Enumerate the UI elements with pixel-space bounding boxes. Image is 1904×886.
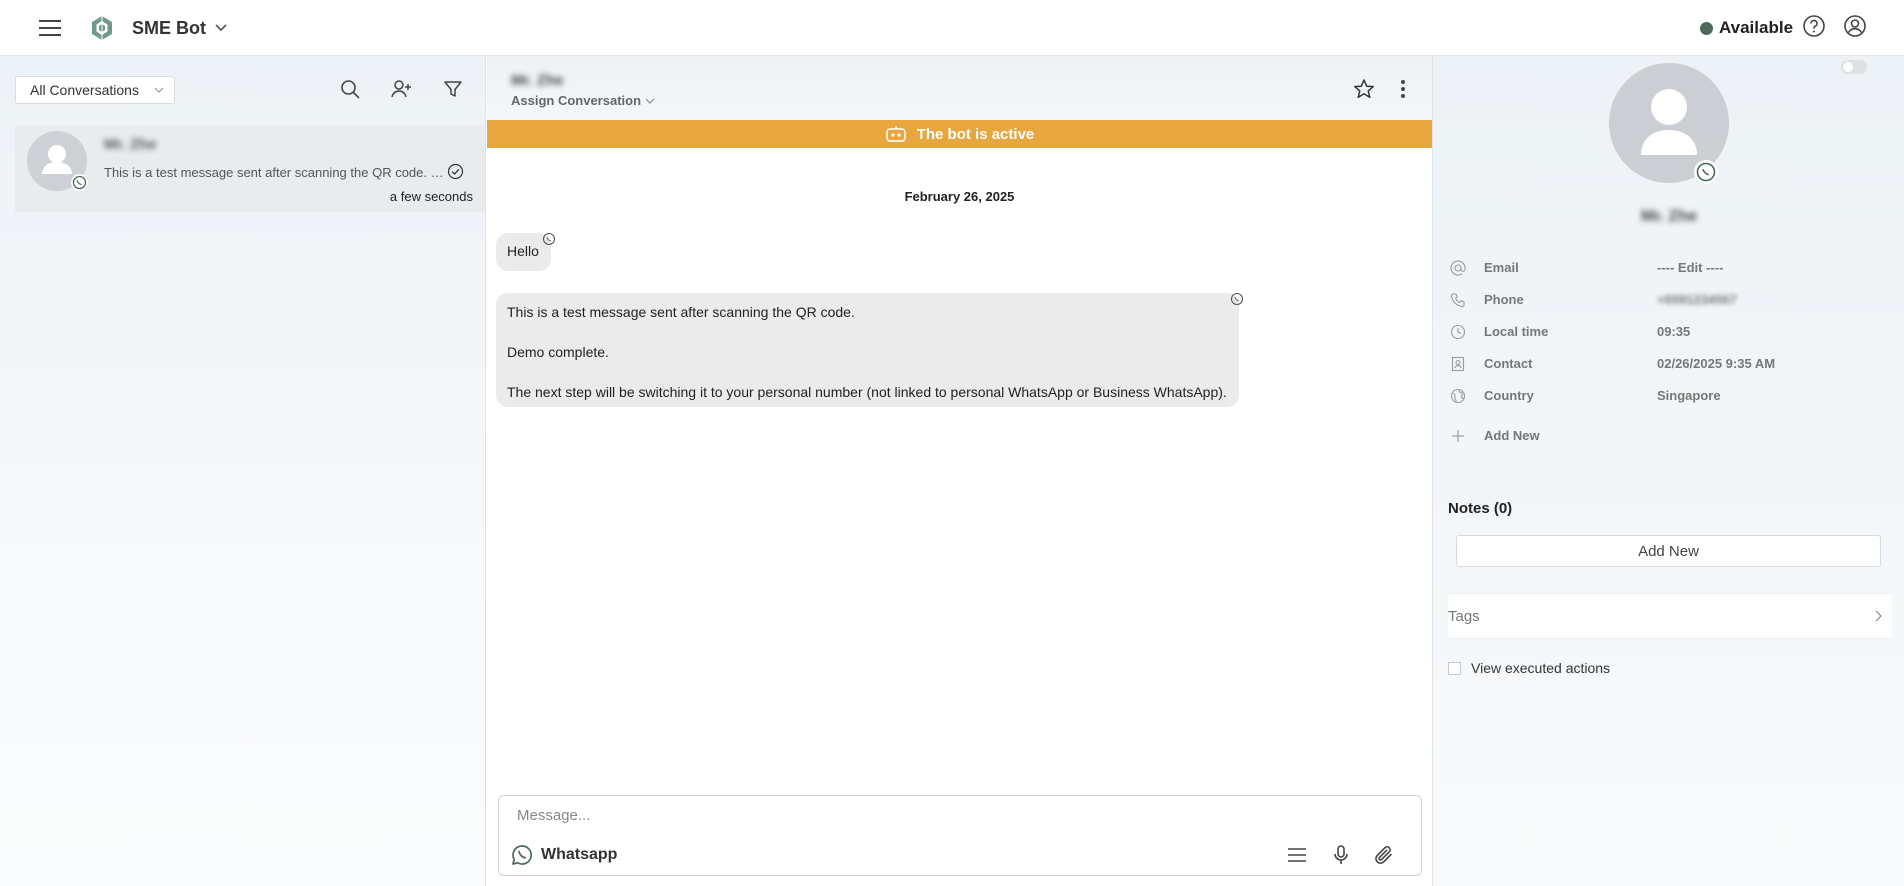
conversation-contact-name: Mr. Zhe [104,136,157,153]
user-profile-icon[interactable] [1843,14,1867,38]
tags-section[interactable]: Tags [1448,593,1892,639]
bot-banner-text: The bot is active [916,125,1035,143]
clock-icon [1450,324,1466,340]
channel-label: Whatsapp [541,846,618,863]
message-composer: Whatsapp [498,795,1422,876]
top-bar: SME Bot Available [0,0,1904,56]
check-circle-icon[interactable] [447,163,464,180]
star-icon[interactable] [1353,78,1375,100]
channel-selector[interactable]: Whatsapp [511,844,617,866]
more-options-icon[interactable] [1400,78,1406,100]
add-new-field-button[interactable]: Add New [1450,426,1890,446]
robot-icon [885,126,906,142]
contact-label: Contact [1484,356,1533,371]
panel-toggle[interactable] [1841,60,1867,74]
checkbox[interactable] [1448,661,1461,675]
view-executed-actions-label: View executed actions [1471,660,1611,676]
plus-icon [1452,430,1464,442]
email-row: Email ---- Edit ---- [1450,258,1890,278]
local-time-label: Local time [1484,324,1549,339]
phone-value: +6591234567 [1657,292,1737,307]
local-time-row: Local time 09:35 [1450,322,1890,342]
tags-label: Tags [1448,608,1480,625]
add-note-button[interactable]: Add New [1456,535,1881,567]
email-edit-link[interactable]: ---- Edit ---- [1657,260,1723,275]
assign-conversation-label: Assign Conversation [511,93,642,108]
message-text: Demo complete. [507,344,609,360]
globe-icon [1450,388,1466,404]
conversation-item[interactable]: Mr. Zhe This is a test message sent afte… [15,126,485,212]
conversation-filter-value: All Conversations [30,82,139,98]
conversation-list-panel: All Conversations Mr. Zhe This is a test… [0,56,486,886]
status-label: Available [1719,18,1794,37]
contact-date-row: Contact 02/26/2025 9:35 AM [1450,354,1890,374]
filter-icon[interactable] [442,78,464,100]
menu-icon[interactable] [38,17,62,39]
status-dot [1700,21,1713,35]
availability-status[interactable]: Available [1700,18,1793,38]
notes-title: Notes (0) [1448,500,1513,517]
message-text: Hello [507,243,539,259]
whatsapp-icon [1694,160,1718,184]
add-user-icon[interactable] [390,78,412,100]
email-label: Email [1484,260,1519,275]
phone-icon [1450,293,1465,308]
chat-contact-name: Mr. Zhe [511,72,564,89]
country-value: Singapore [1657,388,1721,403]
chevron-down-icon [154,87,164,93]
whatsapp-icon [71,174,88,191]
chevron-down-icon [645,98,655,104]
message-bubble: This is a test message sent after scanni… [496,293,1239,407]
country-label: Country [1484,388,1534,403]
app-name: SME Bot [132,18,206,38]
conversation-filter-select[interactable]: All Conversations [15,76,175,104]
contact-value: 02/26/2025 9:35 AM [1657,356,1776,371]
bot-active-banner: The bot is active [487,120,1432,148]
conversation-time: a few seconds [389,189,473,204]
assign-conversation-dropdown[interactable]: Assign Conversation [511,93,655,108]
attachment-icon[interactable] [1373,844,1395,866]
help-icon[interactable] [1802,14,1826,38]
date-separator: February 26, 2025 [904,189,1015,204]
phone-row: Phone +6591234567 [1450,290,1890,310]
contact-card-icon [1451,356,1465,372]
whatsapp-icon [542,232,556,246]
chevron-right-icon [1875,610,1882,622]
country-row: Country Singapore [1450,386,1890,406]
message-text: This is a test message sent after scanni… [507,304,855,320]
microphone-icon[interactable] [1330,844,1352,866]
message-text: The next step will be switching it to yo… [507,384,1227,400]
search-icon[interactable] [339,78,361,100]
message-input[interactable] [517,804,1397,826]
app-logo [92,16,112,40]
chat-panel: Mr. Zhe Assign Conversation The bot is a… [487,56,1432,886]
view-executed-actions-toggle[interactable]: View executed actions [1448,660,1610,676]
at-icon [1450,260,1466,276]
contact-name: Mr. Zhe [1640,208,1697,225]
chat-header: Mr. Zhe Assign Conversation [487,56,1432,120]
add-new-field-label: Add New [1484,428,1540,443]
quick-replies-icon[interactable] [1286,844,1308,866]
chevron-down-icon[interactable] [214,20,228,34]
contact-details-panel: Mr. Zhe Email ---- Edit ---- Phone +6591… [1432,56,1904,886]
phone-label: Phone [1484,292,1524,307]
whatsapp-icon [1230,292,1244,306]
whatsapp-icon [512,845,533,865]
conversation-preview: This is a test message sent after scanni… [104,165,448,180]
local-time-value: 09:35 [1657,324,1691,339]
